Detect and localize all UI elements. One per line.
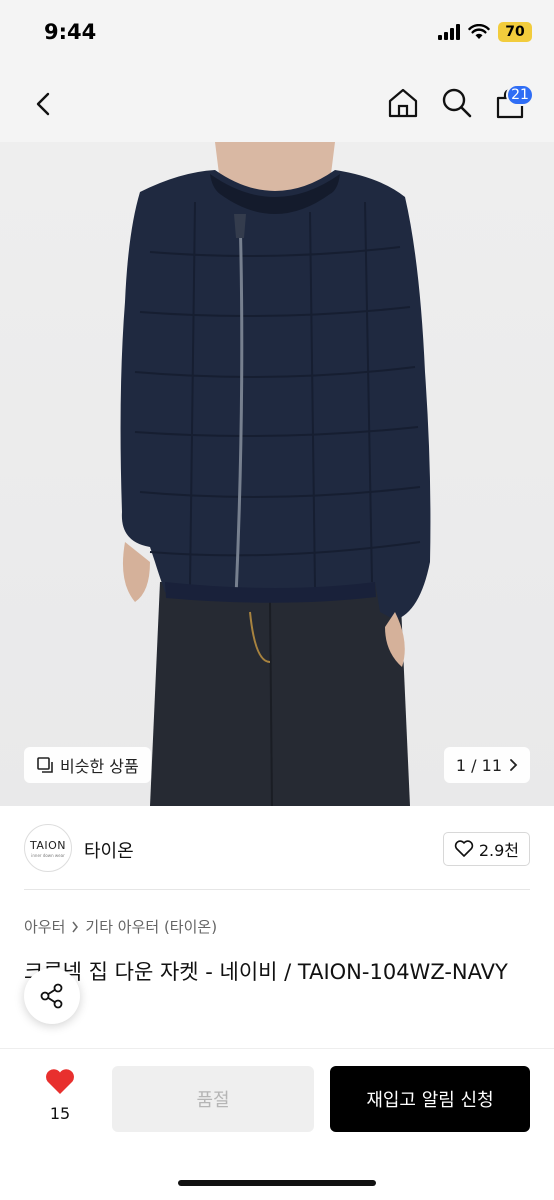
signal-icon	[438, 24, 460, 40]
heart-outline-icon	[454, 840, 474, 857]
share-button[interactable]	[24, 968, 80, 1024]
brand-logo-subtext: inner down wear	[31, 852, 65, 858]
status-bar: 9:44 70	[0, 0, 554, 68]
image-pager-label: 1 / 11	[455, 755, 502, 775]
home-indicator	[178, 1180, 376, 1186]
search-icon[interactable]	[440, 86, 474, 120]
share-icon	[40, 983, 63, 1009]
brand-row: TAION inner down wear 타이온 2.9천	[0, 806, 554, 890]
chevron-right-icon	[72, 921, 79, 932]
battery-indicator: 70	[498, 22, 532, 42]
home-icon[interactable]	[386, 86, 420, 120]
breadcrumb-level2[interactable]: 기타 아우터 (타이온)	[85, 916, 217, 937]
cart-count-badge: 21	[506, 84, 534, 106]
brand-name[interactable]: 타이온	[84, 837, 134, 863]
breadcrumb: 아우터 기타 아우터 (타이온)	[24, 916, 217, 937]
image-pager[interactable]: 1 / 11	[443, 747, 530, 783]
similar-products-label: 비슷한 상품	[60, 757, 139, 776]
divider	[24, 889, 530, 890]
status-time: 9:44	[44, 20, 97, 44]
brand-wish-button[interactable]: 2.9천	[442, 832, 530, 866]
like-count: 15	[49, 1104, 71, 1123]
similar-icon	[37, 757, 53, 773]
chevron-right-icon	[510, 759, 518, 771]
brand-wish-count: 2.9천	[478, 841, 519, 860]
wifi-icon	[468, 24, 490, 39]
restock-alert-button[interactable]: 재입고 알림 신청	[330, 1066, 530, 1132]
brand-logo-text: TAION	[29, 838, 67, 852]
status-icons: 70	[438, 22, 532, 42]
brand-logo[interactable]: TAION inner down wear	[24, 824, 72, 872]
product-image[interactable]	[0, 142, 554, 806]
breadcrumb-level1[interactable]: 아우터	[24, 916, 65, 937]
back-icon[interactable]	[28, 88, 60, 120]
similar-products-button[interactable]: 비슷한 상품	[24, 747, 151, 783]
product-title: 크루넥 집 다운 자켓 - 네이비 / TAION-104WZ-NAVY	[24, 960, 508, 984]
like-button[interactable]: 15	[40, 1068, 80, 1123]
product-photo	[120, 142, 431, 806]
heart-filled-icon	[46, 1069, 74, 1094]
top-nav-bar	[0, 68, 554, 142]
soldout-button: 품절	[112, 1066, 314, 1132]
